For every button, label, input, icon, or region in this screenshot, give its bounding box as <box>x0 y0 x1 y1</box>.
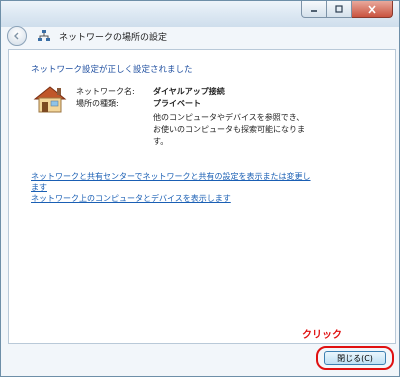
network-name-value: ダイヤルアップ接続 <box>153 87 225 96</box>
maximize-icon <box>335 5 343 13</box>
description-line: 他のコンピュータやデバイスを参照でき、 <box>153 113 305 122</box>
sharing-center-link[interactable]: ネットワークと共有センターでネットワークと共有の設定を表示または変更し ます <box>31 171 321 193</box>
caption-buttons <box>301 1 393 19</box>
links-section: ネットワークと共有センターでネットワークと共有の設定を表示または変更し ます ネ… <box>31 171 321 204</box>
maximize-button[interactable] <box>327 1 352 18</box>
dialog-window: ネットワークの場所の設定 ネットワーク設定が正しく設定されました ネットワーク名… <box>0 0 400 377</box>
minimize-button[interactable] <box>301 1 327 18</box>
location-description: 他のコンピュータやデバイスを参照でき、 お使いのコンピュータも探索可能になりま … <box>153 112 353 148</box>
location-type-value: プライベート <box>153 99 201 108</box>
dialog-header: ネットワークの場所の設定 <box>1 23 399 49</box>
location-type-label: 場所の種類: <box>76 99 119 108</box>
network-name-row: ネットワーク名: ダイヤルアップ接続 <box>76 86 225 98</box>
network-info: ネットワーク名: ダイヤルアップ接続 場所の種類: プライベート <box>76 86 225 110</box>
sharing-center-link-line2[interactable]: ます <box>31 183 47 192</box>
house-icon <box>33 86 67 113</box>
window-close-button[interactable] <box>352 1 393 18</box>
back-button[interactable] <box>7 26 27 46</box>
click-highlight: 閉じる(C) <box>316 346 394 370</box>
sharing-center-link-line1[interactable]: ネットワークと共有センターでネットワークと共有の設定を表示または変更し <box>31 172 311 181</box>
minimize-icon <box>311 10 317 12</box>
description-line: す。 <box>153 137 169 146</box>
click-annotation: クリック <box>302 330 342 341</box>
back-arrow-icon <box>14 32 19 40</box>
view-devices-link[interactable]: ネットワーク上のコンピュータとデバイスを表示します <box>31 193 321 204</box>
location-type-row: 場所の種類: プライベート <box>76 98 225 110</box>
close-icon <box>368 4 376 14</box>
network-name-label: ネットワーク名: <box>76 87 135 96</box>
network-icon <box>38 30 50 41</box>
close-button[interactable]: 閉じる(C) <box>324 351 386 365</box>
success-heading: ネットワーク設定が正しく設定されました <box>31 65 193 75</box>
description-line: お使いのコンピュータも探索可能になりま <box>153 125 305 134</box>
content-panel: ネットワーク設定が正しく設定されました ネットワーク名: ダイヤルアップ接続 場… <box>8 49 396 344</box>
page-title: ネットワークの場所の設定 <box>59 32 168 43</box>
